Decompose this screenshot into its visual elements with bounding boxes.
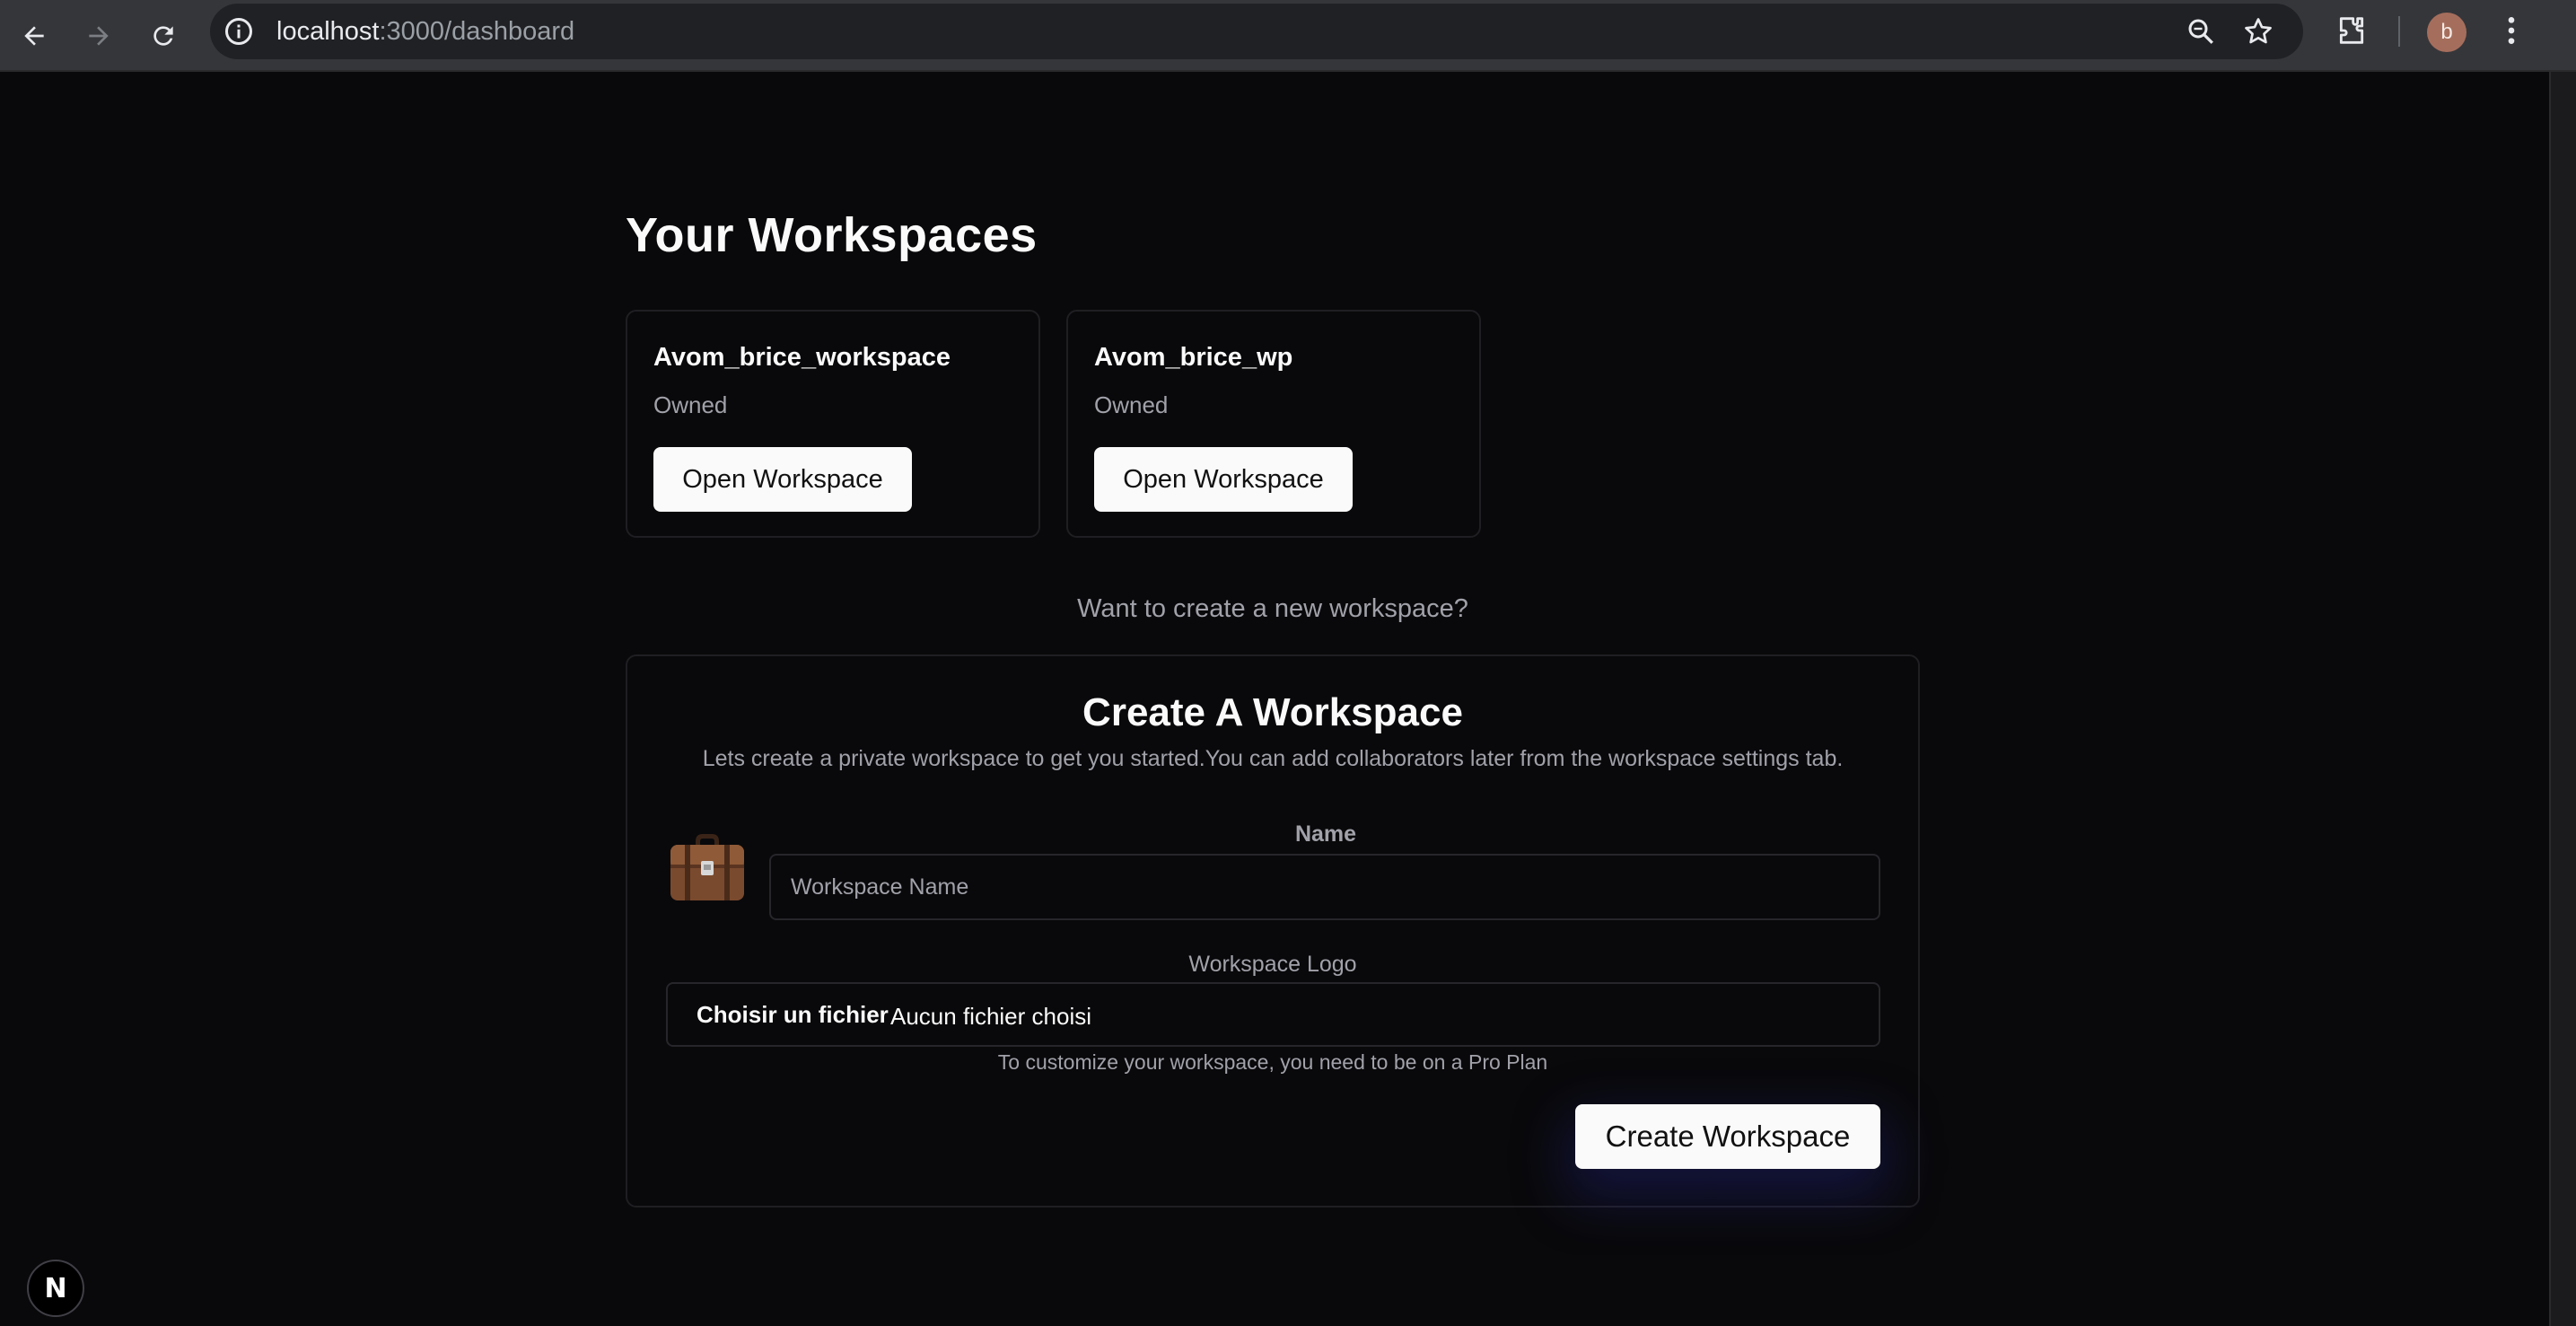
toolbar-divider: [2398, 16, 2400, 47]
extensions-icon[interactable]: [2334, 13, 2370, 48]
back-button[interactable]: [9, 11, 59, 61]
create-workspace-description: Lets create a private workspace to get y…: [702, 746, 1844, 771]
address-bar[interactable]: localhost:3000/dashboard: [210, 4, 2303, 59]
url-text: localhost:3000/dashboard: [276, 16, 574, 47]
info-icon[interactable]: [223, 15, 255, 48]
pro-plan-note: To customize your workspace, you need to…: [997, 1050, 1548, 1074]
page-title: Your Workspaces: [626, 208, 1038, 262]
workspace-card: Avom_brice_wp Owned Open Workspace: [1066, 310, 1481, 538]
briefcase-icon[interactable]: [667, 829, 748, 904]
file-status-text: Aucun fichier choisi: [890, 1003, 1091, 1030]
create-workspace-card: Create A Workspace Lets create a private…: [626, 654, 1920, 1207]
forward-button[interactable]: [74, 11, 124, 61]
open-workspace-button[interactable]: Open Workspace: [1094, 447, 1353, 512]
profile-avatar[interactable]: b: [2427, 13, 2466, 52]
reload-icon: [153, 26, 173, 46]
url-path: :3000/dashboard: [379, 17, 575, 46]
nextjs-logo-icon: N: [44, 1272, 67, 1304]
create-prompt-text: Want to create a new workspace?: [1077, 594, 1468, 623]
browser-toolbar: localhost:3000/dashboard b: [0, 0, 2576, 72]
workspace-role: Owned: [653, 391, 728, 418]
workspace-logo-label: Workspace Logo: [1188, 952, 1357, 977]
reload-button[interactable]: [138, 11, 188, 61]
workspace-card: Avom_brice_workspace Owned Open Workspac…: [626, 310, 1040, 538]
url-host: localhost: [276, 17, 380, 46]
workspace-name: Avom_brice_wp: [1094, 343, 1293, 372]
nextjs-dev-badge[interactable]: N: [27, 1260, 84, 1317]
open-workspace-button[interactable]: Open Workspace: [653, 447, 912, 512]
workspace-name: Avom_brice_workspace: [653, 343, 951, 372]
more-icon[interactable]: [2493, 13, 2529, 48]
workspace-logo-file-input[interactable]: Choisir un fichier Aucun fichier choisi: [666, 982, 1880, 1047]
create-workspace-button[interactable]: Create Workspace: [1575, 1104, 1880, 1169]
create-workspace-title: Create A Workspace: [1082, 690, 1463, 734]
back-icon: [24, 26, 44, 46]
workspace-role: Owned: [1094, 391, 1169, 418]
side-panel-edge: [2549, 72, 2576, 1326]
choose-file-button[interactable]: Choisir un fichier: [697, 1000, 889, 1029]
forward-icon: [89, 26, 109, 46]
star-icon[interactable]: [2242, 15, 2274, 48]
workspace-name-input[interactable]: [769, 854, 1880, 920]
name-label: Name: [1294, 821, 1357, 847]
zoom-icon[interactable]: [2185, 15, 2217, 48]
